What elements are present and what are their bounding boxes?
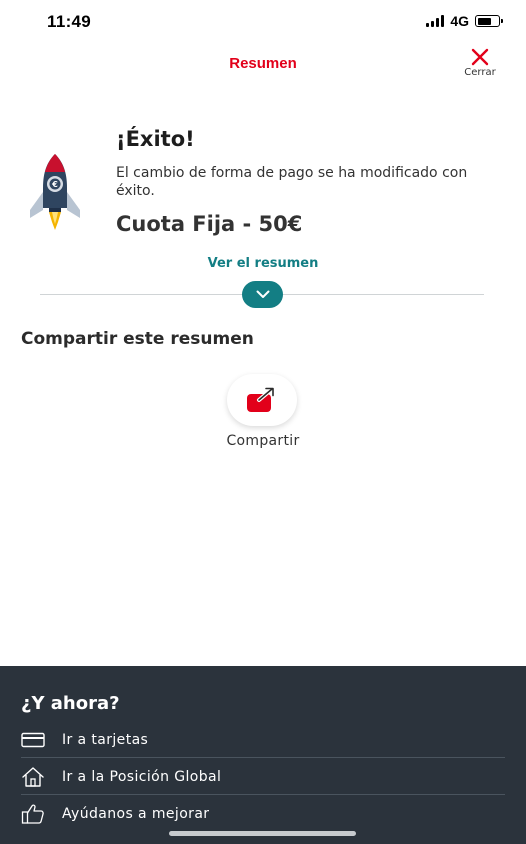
rocket-icon: € xyxy=(30,154,80,230)
signal-icon xyxy=(426,15,445,27)
go-to-global-position-label: Ir a la Posición Global xyxy=(62,768,222,785)
chevron-down-icon xyxy=(256,290,269,298)
close-icon xyxy=(471,48,489,66)
share-label: Compartir xyxy=(226,433,300,449)
thumbs-up-icon xyxy=(21,803,47,825)
next-steps-panel: ¿Y ahora? Ir a tarjetas Ir a la Posición… xyxy=(0,666,526,844)
status-time: 11:49 xyxy=(47,12,92,31)
help-us-improve-item[interactable]: Ayúdanos a mejorar xyxy=(21,795,505,832)
home-indicator[interactable] xyxy=(169,831,356,836)
svg-text:€: € xyxy=(51,180,58,189)
go-to-cards-label: Ir a tarjetas xyxy=(62,731,149,748)
close-label: Cerrar xyxy=(464,67,496,78)
success-message: El cambio de forma de pago se ha modific… xyxy=(116,165,468,199)
page-title: Resumen xyxy=(229,55,297,72)
go-to-global-position-item[interactable]: Ir a la Posición Global xyxy=(21,758,505,795)
close-button[interactable]: Cerrar xyxy=(460,46,500,82)
status-indicators: 4G xyxy=(426,13,503,29)
next-steps-title: ¿Y ahora? xyxy=(21,693,120,714)
card-icon xyxy=(21,729,47,751)
header: Resumen Cerrar xyxy=(0,44,526,88)
help-us-improve-label: Ayúdanos a mejorar xyxy=(62,805,210,822)
network-label: 4G xyxy=(450,13,469,29)
home-icon xyxy=(21,766,47,788)
share-heading: Compartir este resumen xyxy=(21,329,254,349)
share-icon xyxy=(247,387,274,412)
view-summary-link[interactable]: Ver el resumen xyxy=(0,256,526,271)
expand-summary-button[interactable] xyxy=(242,281,283,308)
share-button[interactable] xyxy=(227,374,297,426)
success-title: ¡Éxito! xyxy=(116,127,195,151)
go-to-cards-item[interactable]: Ir a tarjetas xyxy=(21,721,505,758)
status-bar: 11:49 4G xyxy=(0,0,526,44)
battery-icon xyxy=(475,15,503,27)
payment-amount: Cuota Fija - 50€ xyxy=(116,212,303,236)
